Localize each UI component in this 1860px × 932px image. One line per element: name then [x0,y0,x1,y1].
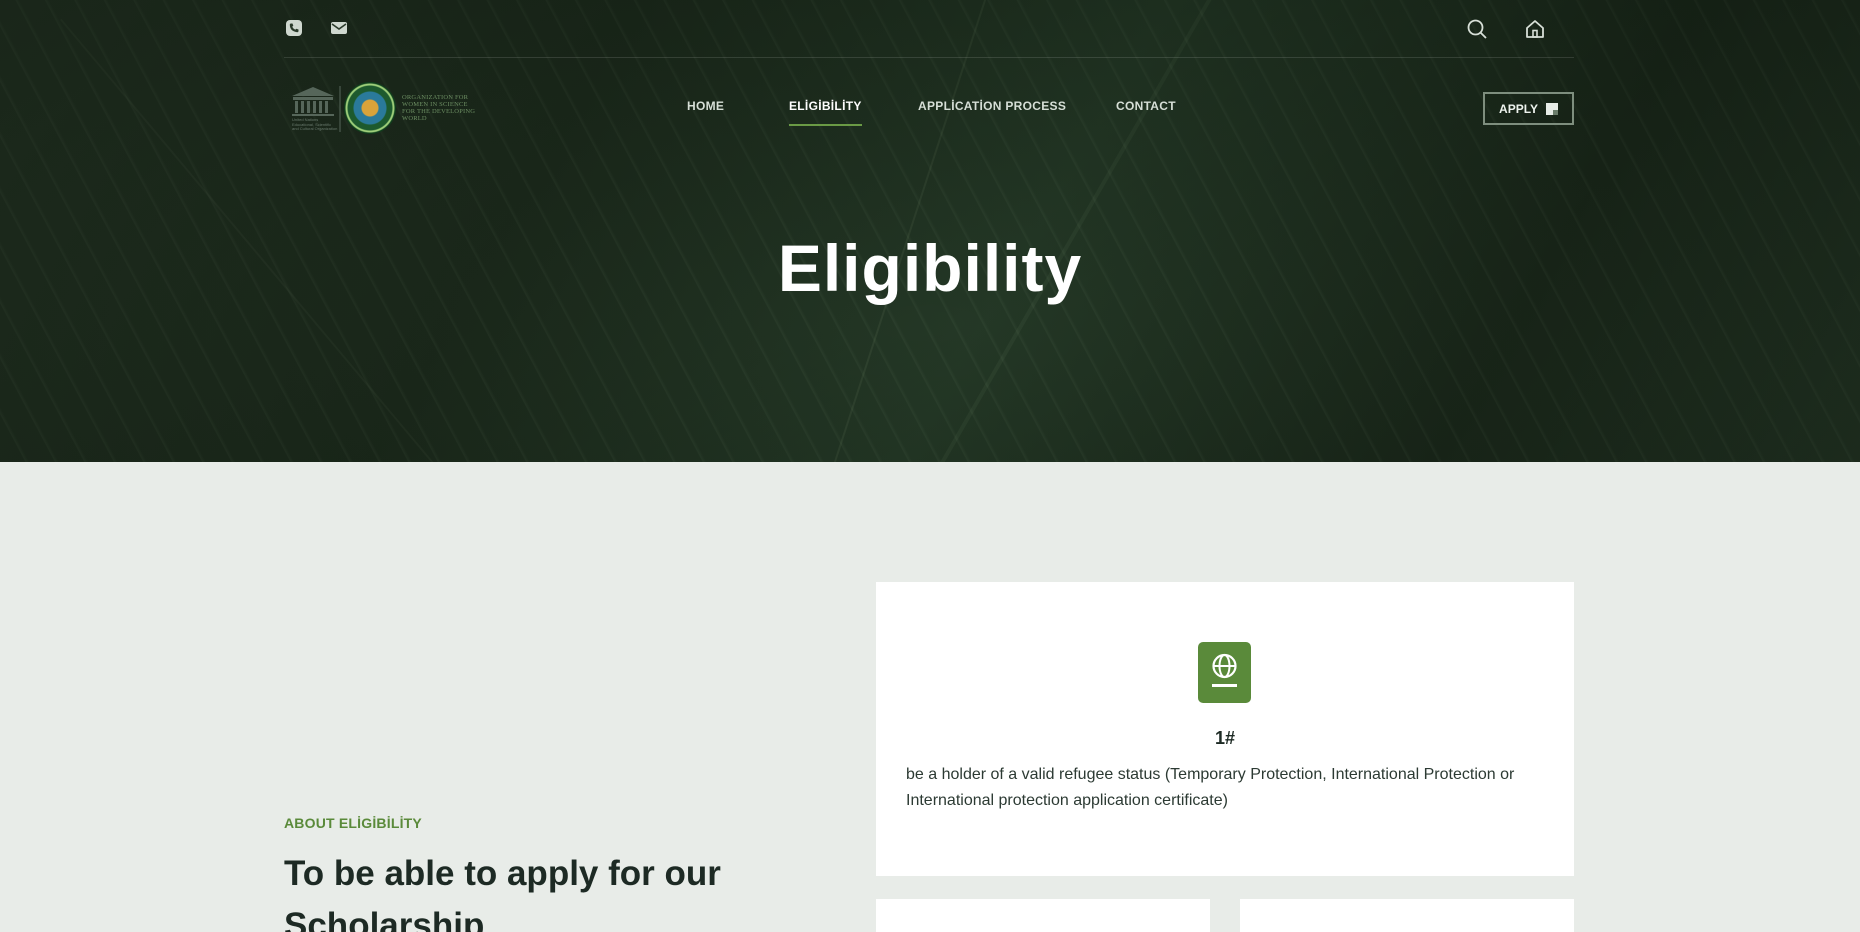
unesco-caption: United Nations Educational, Scientific a… [292,117,338,131]
eligibility-card [876,899,1210,932]
site-logo[interactable]: United Nations Educational, Scientific a… [284,82,476,136]
page-title: Eligibility [777,231,1083,305]
card-number: 1# [1214,728,1236,748]
section-eyebrow: ABOUT ELİGİBİLİTY [284,815,422,831]
apply-button[interactable]: APPLY [1483,92,1574,125]
search-icon[interactable] [1466,18,1487,39]
home-icon[interactable] [1524,18,1544,38]
unesco-logo: United Nations Educational, Scientific a… [284,84,342,134]
org-name: ORGANIZATION FOR WOMEN IN SCIENCE FOR TH… [402,94,476,122]
eligibility-card [1240,899,1574,932]
nav-eligibility[interactable]: ELİGİBİLİTY [789,99,862,126]
nav-home[interactable]: HOME [687,99,724,113]
nav-contact[interactable]: CONTACT [1116,99,1176,113]
owsd-seal-icon [344,82,396,134]
nav-application-process[interactable]: APPLİCATİON PROCESS [918,99,1066,113]
eligibility-card: 1# be a holder of a valid refugee status… [876,582,1574,876]
phone-icon[interactable] [284,18,304,38]
card-text: be a holder of a valid refugee status (T… [906,766,1515,809]
apply-button-label: APPLY [1499,101,1538,116]
top-bar [284,0,1574,58]
section-heading: To be able to apply for our Scholarship [284,854,721,932]
note-icon [1545,102,1558,115]
mail-icon[interactable] [329,18,349,38]
passport-globe-icon [1198,642,1251,703]
hero-banner: United Nations Educational, Scientific a… [0,0,1860,462]
